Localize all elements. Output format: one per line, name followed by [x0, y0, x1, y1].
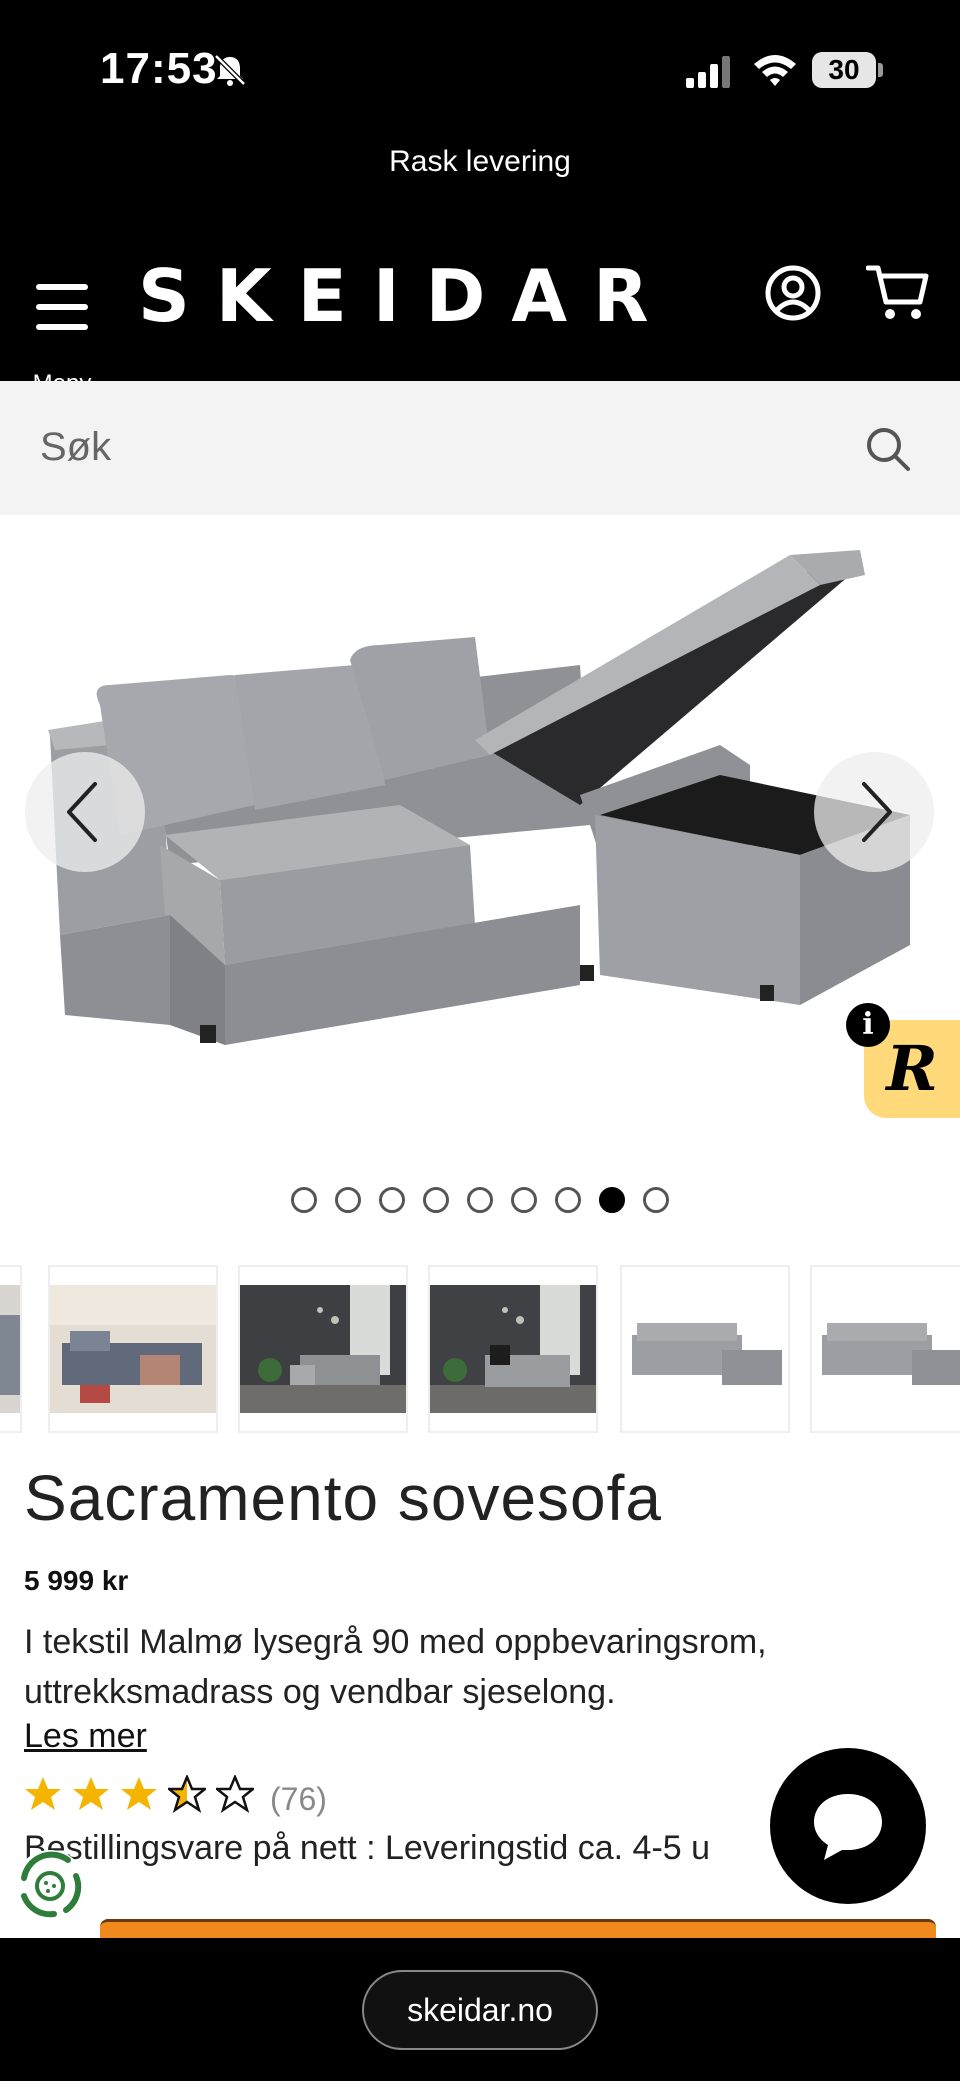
menu-icon-line — [36, 324, 88, 330]
info-badge[interactable]: i — [846, 1003, 890, 1047]
star-half-icon — [168, 1775, 206, 1813]
delivery-info: Bestillingsvare på nett : Leveringstid c… — [24, 1829, 711, 1867]
status-bar: 17:53 30 — [0, 0, 960, 140]
star-full-icon — [121, 1777, 157, 1810]
search-bar — [0, 381, 960, 515]
thumb-dark-wall-1[interactable] — [238, 1265, 408, 1433]
url-bar[interactable]: skeidar.no — [362, 1970, 598, 2050]
battery-icon: 30 — [812, 52, 876, 88]
thumb-living-room[interactable] — [48, 1265, 218, 1433]
status-time: 17:53 — [100, 44, 218, 93]
star-full-icon — [25, 1777, 61, 1810]
gallery-dot[interactable] — [467, 1187, 493, 1213]
bell-off-icon — [214, 54, 246, 86]
gallery-dot[interactable] — [555, 1187, 581, 1213]
promo-text: Rask levering — [389, 145, 571, 178]
thumb-partial[interactable] — [0, 1265, 22, 1433]
chat-button[interactable] — [770, 1748, 926, 1904]
signal-icon — [686, 56, 730, 88]
prev-image-button[interactable] — [25, 752, 145, 872]
account-icon[interactable] — [764, 264, 822, 322]
gallery-dot[interactable] — [511, 1187, 537, 1213]
browser-bar: skeidar.no — [0, 1938, 960, 2081]
product-description: I tekstil Malmø lysegrå 90 med oppbevari… — [24, 1623, 767, 1711]
cookie-settings-icon[interactable] — [10, 1846, 90, 1926]
gallery-dot[interactable] — [291, 1187, 317, 1213]
chat-bubble-icon — [814, 1794, 882, 1860]
star-full-icon — [73, 1777, 109, 1810]
wifi-icon — [754, 55, 796, 86]
gallery-dot-active[interactable] — [599, 1187, 625, 1213]
thumb-dark-wall-2[interactable] — [428, 1265, 598, 1433]
logo[interactable]: SKEIDAR — [138, 254, 675, 338]
battery-cap — [878, 63, 883, 77]
product-image[interactable] — [20, 545, 940, 1105]
review-count[interactable]: (76) — [270, 1781, 327, 1818]
cart-icon[interactable] — [866, 262, 930, 324]
gallery-dot[interactable] — [643, 1187, 669, 1213]
thumb-sofa-studio[interactable] — [620, 1265, 790, 1433]
gallery-dot[interactable] — [379, 1187, 405, 1213]
site-header: Meny SKEIDAR — [0, 224, 960, 397]
gallery-dot[interactable] — [423, 1187, 449, 1213]
chevron-right-icon — [862, 782, 892, 842]
star-empty-icon — [216, 1775, 254, 1813]
gallery-dot[interactable] — [335, 1187, 361, 1213]
next-image-button[interactable] — [814, 752, 934, 872]
search-input[interactable] — [40, 407, 840, 487]
product-title: Sacramento sovesofa — [24, 1462, 662, 1534]
gallery-dots — [0, 1187, 960, 1213]
search-icon[interactable] — [864, 425, 912, 473]
product-price: 5 999 kr — [24, 1565, 129, 1596]
read-more-link[interactable]: Les mer — [24, 1717, 147, 1756]
product-gallery: R i — [0, 515, 960, 1255]
menu-icon-line — [36, 304, 88, 310]
thumbnail-strip — [0, 1255, 960, 1435]
menu-icon — [36, 284, 88, 290]
menu-button[interactable]: Meny — [22, 264, 102, 397]
promo-banner: Rask levering — [0, 140, 960, 224]
thumb-sofa-studio-2[interactable] — [810, 1265, 960, 1433]
chevron-left-icon — [67, 782, 97, 842]
